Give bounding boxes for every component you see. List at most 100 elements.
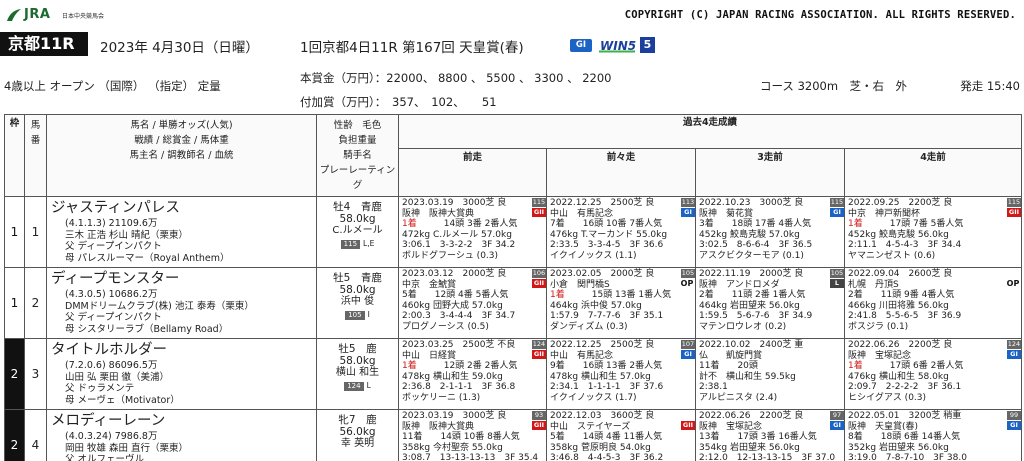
horse-name-link[interactable]: ディープモンスター [51,270,312,289]
waku-number: 2 [4,409,25,461]
win5-leg-number: 5 [640,37,655,53]
past-field-info: 17頭 6番 2番人気 [862,361,964,371]
past-field-info: 7着 16頭 10番 7番人気 [550,219,663,229]
past-field-info: 12頭 2番 2番人気 [416,361,518,371]
jockey-name: 浜中 俊 [340,296,375,307]
past-date-distance: 2023.03.12 2000芝 良 [402,269,507,279]
table-row: 11 ジャスティンパレス (4.1.1.3) 21109.6万 三木 正浩 杉山… [4,196,1022,268]
grade-badge: GI [570,39,592,52]
past-race-cell[interactable]: 2022.10.23 3000芝 良 阪神 菊花賞 3着 18頭 17番 4番人… [695,196,845,268]
past-race-cell[interactable]: 2022.09.04 2600芝 良 札幌 丹頂S 2着 11頭 9番 4番人気… [844,267,1022,339]
horse-record: (7.2.0.6) 86096.5万 [65,360,158,371]
rating-box: 115 L,E [317,237,398,250]
past-winner-margin: ヤマニンゼスト (0.6) [848,250,936,261]
past-time-position: 2:09.7 2-2-2-2 3F 36.1 [848,382,962,392]
past-date-distance: 2023.03.19 3000芝 良 [402,411,507,421]
past-weight-jockey: 464kg 浜中俊 57.0kg [550,300,642,311]
sex-age-color: 牡5 鹿 [338,343,377,355]
past-time-position: 2:00.3 3-4-4-4 3F 34.7 [402,311,516,321]
past-weight-jockey: 476kg 横山和生 58.0kg [848,371,949,382]
past-field-info: 3着 18頭 17番 4番人気 [699,219,812,229]
past-win-mark: 1着 [402,219,417,229]
past-race-name: 札幌 丹頂S [848,279,899,290]
past-race-cell[interactable]: 2022.11.19 2000芝 良 阪神 アンドロメダ 2着 11頭 2番 1… [695,267,845,339]
horse-number: 1 [24,196,47,268]
past-field-info: 2着 11頭 2番 1番人気 [699,290,806,300]
past-finish-line: 2着 11頭 9番 4番人気 [848,290,1018,301]
horse-info: タイトルホルダー (7.2.0.6) 86096.5万 山田 弘 栗田 徹（美浦… [46,338,317,410]
past-race-cell[interactable]: 2022.12.25 2500芝 良 中山 有馬記念 7着 16頭 10番 7番… [546,196,696,268]
jockey-name: C.ルメール [332,225,383,236]
past-grade-badge: OP [680,279,694,288]
waku-number: 1 [4,267,25,339]
past-field-info: 11着 14頭 10番 8番人気 [402,432,520,442]
horse-number: 4 [24,409,47,461]
race-date: 2023年 4月30日（日曜） [100,40,259,56]
col-head-past-4: 4走前 [844,148,1022,197]
horse-dam: 母 パレスルーマー（Royal Anthem） [65,252,230,264]
horse-sire: 父 ドゥラメンテ [65,383,135,394]
horse-record: (4.0.3.24) 7986.8万 [65,431,158,442]
past-time-position: 2:33.5 3-3-4-5 3F 36.6 [550,240,664,250]
past-race-cell[interactable]: 2022.10.02 2400芝 重 仏 凱旋門賞 11着 20頭 計不 横山和… [695,338,845,410]
past-race-cell[interactable]: 2023.02.05 2000芝 良 小倉 関門橋S 1着 15頭 13番 1番… [546,267,696,339]
col-head-past-3: 3走前 [695,148,845,197]
past-race-cell[interactable]: 2023.03.12 2000芝 良 中京 金鯱賞 5着 12頭 4番 5番人気… [398,267,547,339]
past-weight-jockey: 472kg C.ルメール 57.0kg [402,229,512,240]
jockey-name: 幸 英明 [340,438,375,449]
past-finish-line: 9着 16頭 13番 2番人気 [550,361,692,372]
past-time-position: 3:08.7 13-13-13-13 3F 35.4 [402,453,539,461]
past-winner-margin: プログノーシス (0.5) [402,321,489,332]
entries-table: 枠 馬番 馬名 / 単勝オッズ(人気) 戦績 / 総賞金 / 馬体重 馬主名 /… [4,114,1022,461]
start-time: 発走 15:40 [960,79,1020,93]
past-race-name: 阪神 宝塚記念 [699,421,763,432]
horse-owner-trainer: 三木 正浩 杉山 晴紀（栗東） [65,229,189,241]
past-race-cell[interactable]: 2023.03.19 3000芝 良 阪神 阪神大賞典 1着 14頭 3番 2番… [398,196,547,268]
table-row: 12 ディープモンスター (4.3.0.5) 10686.2万 DMMドリームク… [4,267,1022,339]
past-weight-jockey: 358kg 菅原明良 54.0kg [550,442,651,453]
past-race-name: 阪神 阪神大賞典 [402,208,475,219]
col-head-waku: 枠 [4,114,25,197]
col-head-weight-3: 騎手名 [343,150,372,161]
win5-logo-icon: WIN5 [599,39,636,53]
past-time-position: 1:59.5 5-6-7-6 3F 34.9 [699,311,813,321]
past-time-position: 2:36.8 2-1-1-1 3F 36.8 [402,382,516,392]
past-race-cell[interactable]: 2022.06.26 2200芝 良 阪神 宝塚記念 13着 17頭 3番 16… [695,409,845,461]
table-row: 24 メロディーレーン (4.0.3.24) 7986.8万 岡田 牧雄 森田 … [4,409,1022,461]
past-weight-jockey: 354kg 岩田望来 56.0kg [699,442,800,453]
past-date-distance: 2022.05.01 3200芝 稍重 [848,411,962,421]
col-head-uma-label: 馬番 [30,120,41,146]
past-weight-jockey: 466kg 川田将雅 56.0kg [848,300,949,311]
past-date-distance: 2022.12.03 3600芝 良 [550,411,655,421]
past-race-name: 仏 凱旋門賞 [699,350,763,361]
past-rating-badge: 124 [532,340,546,349]
horse-name-link[interactable]: メロディーレーン [51,412,312,431]
past-race-cell[interactable]: 2022.09.25 2200芝 良 中京 神戸新聞杯 1着 17頭 7番 5番… [844,196,1022,268]
horse-record: (4.1.1.3) 21109.6万 [65,218,158,229]
past-race-name: 中山 有馬記念 [550,208,614,219]
past-race-cell[interactable]: 2022.12.25 2500芝 良 中山 有馬記念 9着 16頭 13番 2番… [546,338,696,410]
carried-weight: 58.0kg [339,284,376,296]
past-finish-line: 8着 18頭 6番 14番人気 [848,432,1018,443]
weight-info: 牝7 鹿 56.0kg 幸 英明 [316,409,399,461]
race-name: 1回京都4日11R 第167回 天皇賞(春) [300,40,524,56]
past-finish-line: 1着 17頭 7番 5番人気 [848,219,1018,230]
past-time-position: 2:11.1 4-5-4-3 3F 34.4 [848,240,962,250]
past-race-cell[interactable]: 2023.03.19 3000芝 良 阪神 阪神大賞典 11着 14頭 10番 … [398,409,547,461]
past-field-info: 11着 20頭 [699,361,758,371]
past-finish-line: 2着 11頭 2番 1番人気 [699,290,841,301]
past-winner-margin: ボッケリーニ (1.3) [402,392,481,403]
horse-name-link[interactable]: タイトルホルダー [51,341,312,360]
past-date-distance: 2022.06.26 2200芝 良 [699,411,804,421]
horse-name-link[interactable]: ジャスティンパレス [51,199,312,218]
past-grade-badge: GI [681,208,695,217]
past-race-cell[interactable]: 2022.06.26 2200芝 良 阪神 宝塚記念 1着 17頭 6番 2番人… [844,338,1022,410]
past-grade-badge: GI [681,350,695,359]
past-race-cell[interactable]: 2023.03.25 2500芝 不良 中山 日経賞 1着 12頭 2番 2番人… [398,338,547,410]
jra-logo-icon [7,9,21,21]
past-race-cell[interactable]: 2022.12.03 3600芝 良 中山 ステイヤーズ 5着 14頭 4番 1… [546,409,696,461]
past-race-cell[interactable]: 2022.05.01 3200芝 稍重 阪神 天皇賞(春) 8着 18頭 6番 … [844,409,1022,461]
past-grade-badge: GII [681,421,695,430]
past-field-info: 14頭 3番 2番人気 [416,219,518,229]
col-head-horse-3: 馬主名 / 調教師名 / 血統 [129,150,234,161]
